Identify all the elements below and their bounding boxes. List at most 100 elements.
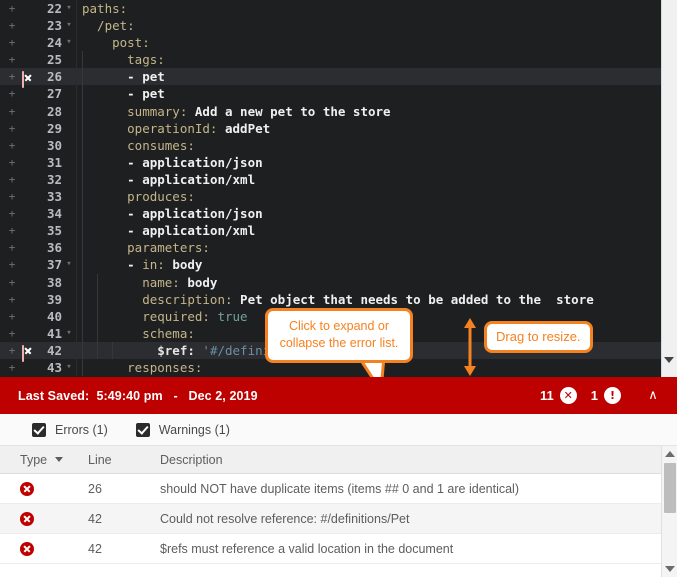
add-comment-icon[interactable]: + [6, 137, 18, 154]
line-number: 35 [36, 222, 62, 239]
add-comment-icon[interactable]: + [6, 68, 18, 85]
code-line[interactable]: +32 - application/xml [0, 171, 661, 188]
sort-descending-icon[interactable] [55, 457, 63, 462]
line-number: 41 [36, 325, 62, 342]
gutter-separator [76, 239, 77, 256]
error-count-group[interactable]: 11 ✕ [540, 387, 577, 404]
code-line[interactable]: +22▾paths: [0, 0, 661, 17]
line-number: 34 [36, 205, 62, 222]
table-scrollbar-thumb[interactable] [664, 463, 676, 513]
gutter-separator [76, 154, 77, 171]
add-comment-icon[interactable]: + [6, 34, 18, 51]
code-text: post: [82, 34, 150, 51]
line-number: 38 [36, 274, 62, 291]
status-bar[interactable]: Last Saved: 5:49:40 pm - Dec 2, 2019 11 … [0, 377, 677, 414]
add-comment-icon[interactable]: + [6, 325, 18, 342]
openapi-editor-window: +22▾paths:+23▾ /pet:+24▾ post:+25 tags:+… [0, 0, 677, 577]
table-row[interactable]: 42$refs must reference a valid location … [0, 534, 661, 564]
gutter-separator [76, 171, 77, 188]
code-line[interactable]: +37▾ - in: body [0, 256, 661, 273]
row-type-cell [20, 542, 88, 556]
times-circle-icon: ✕ [560, 387, 577, 404]
code-line[interactable]: +39 description: Pet object that needs t… [0, 291, 661, 308]
code-line[interactable]: +36 parameters: [0, 239, 661, 256]
add-comment-icon[interactable]: + [6, 308, 18, 325]
add-comment-icon[interactable]: + [6, 274, 18, 291]
add-comment-icon[interactable]: + [6, 188, 18, 205]
add-comment-icon[interactable]: + [6, 291, 18, 308]
column-header-line[interactable]: Line [88, 453, 160, 467]
gutter-error-marker-icon[interactable] [22, 345, 34, 357]
add-comment-icon[interactable]: + [6, 342, 18, 359]
line-number: 37 [36, 256, 62, 273]
gutter-separator [76, 120, 77, 137]
code-text: - application/xml [82, 171, 255, 188]
add-comment-icon[interactable]: + [6, 239, 18, 256]
add-comment-icon[interactable]: + [6, 171, 18, 188]
fold-toggle-icon[interactable]: ▾ [64, 325, 74, 342]
editor-scroll-down-icon[interactable] [662, 353, 676, 367]
code-line[interactable]: +34 - application/json [0, 205, 661, 222]
code-line[interactable]: +28 summary: Add a new pet to the store [0, 103, 661, 120]
last-saved-separator: - [173, 389, 177, 403]
add-comment-icon[interactable]: + [6, 256, 18, 273]
code-line[interactable]: +25 tags: [0, 51, 661, 68]
fold-toggle-icon[interactable]: ▾ [64, 256, 74, 273]
code-line[interactable]: +38 name: body [0, 274, 661, 291]
gutter-separator [76, 325, 77, 342]
add-comment-icon[interactable]: + [6, 359, 18, 376]
chevron-up-icon[interactable]: ∧ [643, 386, 663, 406]
code-line[interactable]: +27 - pet [0, 85, 661, 102]
row-line-cell: 26 [88, 482, 160, 496]
line-number: 42 [36, 342, 62, 359]
warning-count-group[interactable]: 1 ! [591, 387, 621, 404]
column-header-description[interactable]: Description [160, 453, 661, 467]
table-row[interactable]: 26should NOT have duplicate items (items… [0, 474, 661, 504]
gutter-error-marker-icon[interactable] [22, 71, 34, 83]
fold-toggle-icon[interactable]: ▾ [64, 34, 74, 51]
code-line[interactable]: +26 - pet [0, 68, 661, 85]
error-circle-icon [20, 512, 34, 526]
table-header-row: Type Line Description [0, 446, 661, 474]
code-text: description: Pet object that needs to be… [82, 291, 594, 308]
table-scroll-up-icon[interactable] [663, 448, 677, 460]
add-comment-icon[interactable]: + [6, 51, 18, 68]
errors-checkbox[interactable] [32, 423, 46, 437]
add-comment-icon[interactable]: + [6, 17, 18, 34]
editor-vertical-scrollbar[interactable] [661, 0, 677, 377]
warnings-checkbox[interactable] [136, 423, 150, 437]
code-line[interactable]: +33 produces: [0, 188, 661, 205]
code-line[interactable]: +35 - application/xml [0, 222, 661, 239]
add-comment-icon[interactable]: + [6, 154, 18, 171]
fold-toggle-icon[interactable]: ▾ [64, 17, 74, 34]
add-comment-icon[interactable]: + [6, 120, 18, 137]
code-line[interactable]: +30 consumes: [0, 137, 661, 154]
add-comment-icon[interactable]: + [6, 85, 18, 102]
code-line[interactable]: +23▾ /pet: [0, 17, 661, 34]
code-line[interactable]: +29 operationId: addPet [0, 120, 661, 137]
last-saved-label: Last Saved: [18, 389, 89, 403]
filter-errors[interactable]: Errors (1) [32, 423, 108, 437]
gutter-separator [76, 342, 77, 359]
table-scroll-down-icon[interactable] [663, 563, 677, 575]
problem-filter-bar: Errors (1) Warnings (1) [0, 414, 677, 446]
add-comment-icon[interactable]: + [6, 205, 18, 222]
code-text: /pet: [82, 17, 135, 34]
fold-toggle-icon[interactable]: ▾ [64, 359, 74, 376]
exclamation-circle-icon: ! [604, 387, 621, 404]
filter-warnings[interactable]: Warnings (1) [136, 423, 230, 437]
fold-toggle-icon[interactable]: ▾ [64, 0, 74, 17]
add-comment-icon[interactable]: + [6, 0, 18, 17]
last-saved-time: 5:49:40 pm [96, 389, 162, 403]
line-number: 43 [36, 359, 62, 376]
problems-table-scrollbar[interactable] [661, 446, 677, 577]
error-count: 11 [540, 388, 554, 403]
table-row[interactable]: 42Could not resolve reference: #/definit… [0, 504, 661, 534]
column-header-type[interactable]: Type [20, 453, 88, 467]
add-comment-icon[interactable]: + [6, 103, 18, 120]
code-line[interactable]: +31 - application/json [0, 154, 661, 171]
row-type-cell [20, 482, 88, 496]
add-comment-icon[interactable]: + [6, 222, 18, 239]
gutter-separator [76, 137, 77, 154]
code-line[interactable]: +24▾ post: [0, 34, 661, 51]
